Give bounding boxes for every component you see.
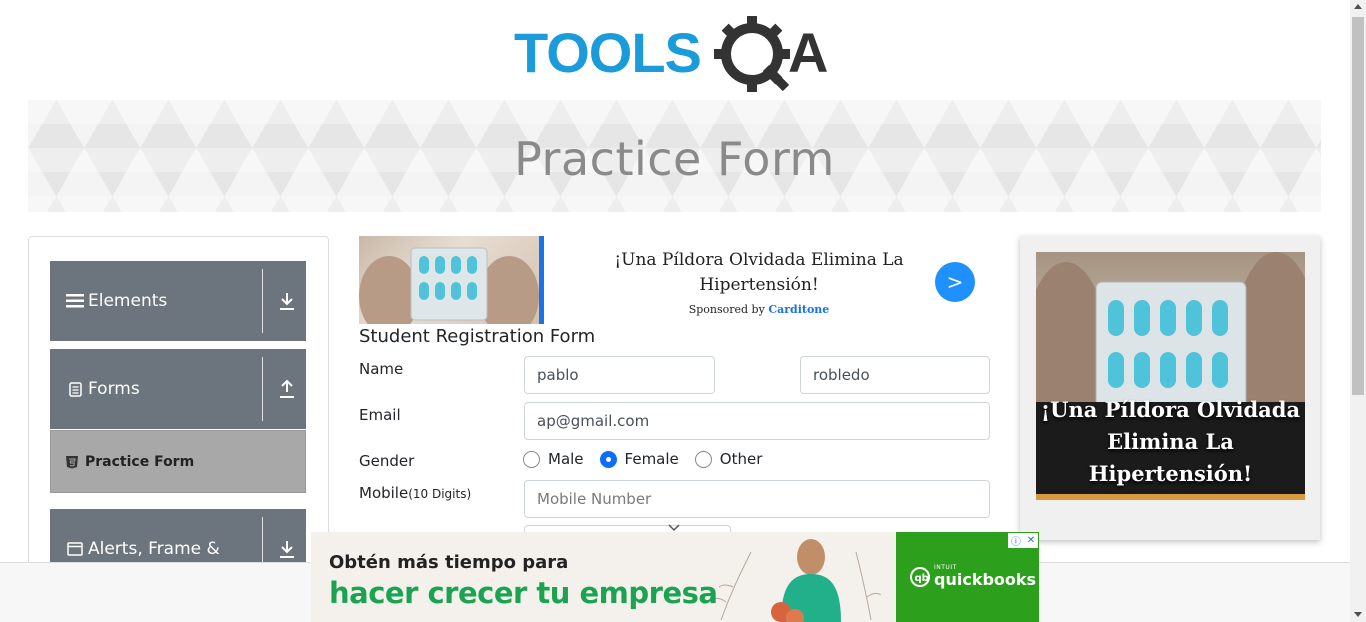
ad-next-button[interactable]: >	[935, 262, 975, 302]
mobile-label: Mobile(10 Digits)	[359, 484, 471, 502]
ad-sponsored-prefix: Sponsored by	[688, 303, 765, 316]
toolsqa-logo[interactable]: TOOLS A	[514, 16, 844, 92]
form-title: Student Registration Form	[359, 326, 596, 347]
other-label[interactable]: Other	[720, 450, 763, 468]
scrollbar-thumb[interactable]	[1352, 17, 1364, 395]
sidebar-group-elements[interactable]: Elements	[50, 261, 306, 341]
svg-text:A: A	[788, 21, 828, 84]
sidebar-item-practice-form[interactable]: Practice Form	[50, 430, 306, 493]
page-title: Practice Form	[514, 132, 835, 186]
last-name-input[interactable]: robledo	[800, 356, 990, 394]
ad-accent-bar	[539, 236, 544, 324]
sidebar-item-label: Practice Form	[85, 453, 195, 470]
sidebar-group-label: Elements	[88, 291, 168, 311]
top-advertisement[interactable]: ¡Una Píldora Olvidada Elimina La Hiperte…	[359, 236, 990, 324]
other-radio[interactable]	[694, 450, 712, 468]
ad-line-2: hacer crecer tu empresa	[329, 576, 718, 610]
ad-headline[interactable]: ¡Una Píldora Olvidada Elimina La Hiperte…	[579, 248, 939, 298]
name-label: Name	[359, 360, 404, 378]
ad-image	[359, 236, 539, 324]
divider	[262, 357, 263, 421]
gender-option-female[interactable]: Female	[599, 450, 679, 468]
right-ad-headline[interactable]: ¡Una Píldora Olvidada Elimina La Hiperte…	[1036, 394, 1305, 486]
download-arrow-icon[interactable]	[278, 539, 296, 559]
female-radio[interactable]	[599, 450, 617, 468]
window-icon	[66, 540, 84, 558]
mobile-label-text: Mobile	[359, 484, 409, 502]
gender-radio-group: Male Female Other	[523, 450, 778, 468]
right-advertisement[interactable]: ¡Una Píldora Olvidada Elimina La Hiperte…	[1020, 236, 1320, 540]
gender-option-male[interactable]: Male	[523, 450, 584, 468]
scroll-up-icon[interactable]	[1354, 4, 1362, 9]
ad-info-icon[interactable]: ⓘ	[1011, 533, 1021, 548]
gender-option-other[interactable]: Other	[694, 450, 763, 468]
bottom-advertisement[interactable]: Obtén más tiempo para hacer crecer tu em…	[311, 532, 1039, 622]
close-icon[interactable]: ✕	[1027, 535, 1035, 546]
sidebar-group-label: Forms	[88, 379, 140, 399]
first-name-input[interactable]: pablo	[524, 356, 715, 394]
sidebar-group-forms[interactable]: Forms	[50, 349, 306, 429]
female-label[interactable]: Female	[625, 450, 679, 468]
ad-line-1: Obtén más tiempo para	[329, 552, 569, 573]
ad-sponsored: Sponsored by Carditone	[579, 303, 939, 316]
ad-left-panel: Obtén más tiempo para hacer crecer tu em…	[311, 532, 896, 622]
hamburger-icon	[66, 292, 84, 310]
divider	[262, 269, 263, 333]
logo-text-tools: TOOLS	[514, 21, 701, 84]
ad-sponsor-link[interactable]: Carditone	[768, 303, 829, 316]
male-radio[interactable]	[523, 450, 540, 468]
gender-label: Gender	[359, 452, 415, 470]
page: TOOLS A Practice Form Elements Forms Pra…	[0, 0, 1366, 622]
ad-accent-bar	[1036, 494, 1305, 500]
download-arrow-icon[interactable]	[278, 291, 296, 311]
male-label[interactable]: Male	[548, 450, 584, 468]
email-input[interactable]: ap@gmail.com	[524, 402, 990, 440]
email-label: Email	[359, 406, 401, 424]
scrollbar[interactable]	[1350, 0, 1366, 622]
html5-icon	[66, 455, 78, 468]
mobile-hint: (10 Digits)	[408, 487, 472, 501]
svg-text:qb: qb	[915, 573, 929, 584]
page-banner: Practice Form	[28, 100, 1321, 212]
mobile-input[interactable]: Mobile Number	[524, 480, 990, 518]
scroll-down-icon[interactable]	[1354, 612, 1362, 617]
document-icon	[66, 380, 84, 398]
quickbooks-logo-icon: qb	[910, 567, 930, 587]
sidebar-group-label: Alerts, Frame &	[88, 539, 220, 559]
brand-name[interactable]: quickbooks	[934, 570, 1036, 589]
ad-choices[interactable]: ⓘ ✕	[1008, 533, 1038, 548]
upload-arrow-icon[interactable]	[278, 379, 296, 399]
